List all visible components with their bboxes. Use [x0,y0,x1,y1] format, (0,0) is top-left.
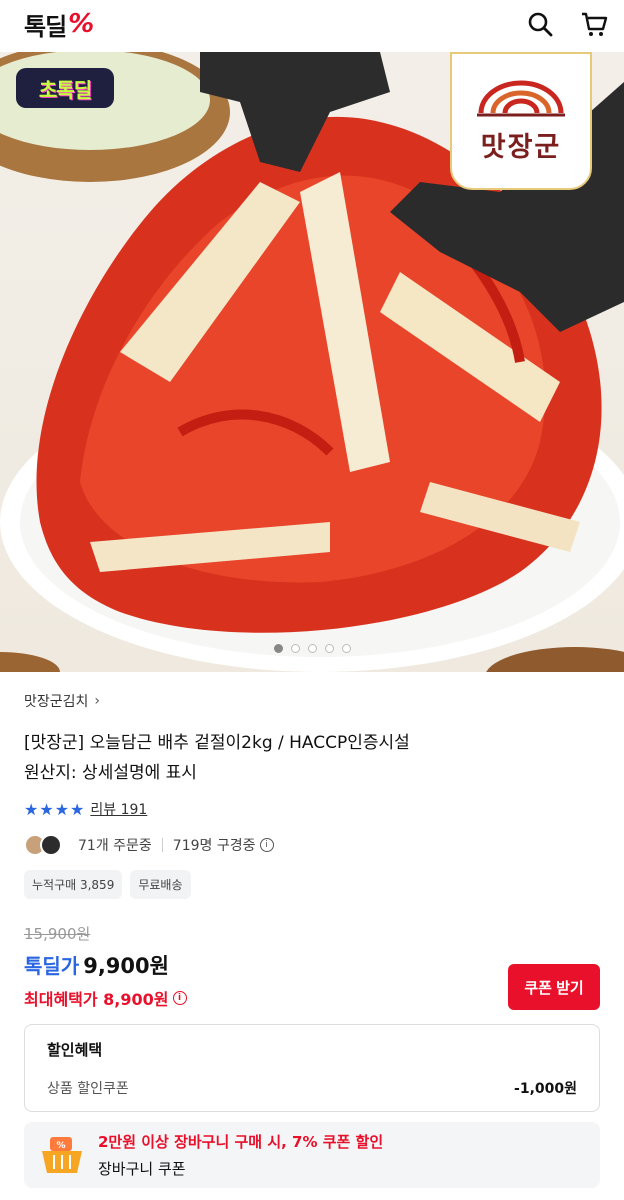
store-link[interactable]: 맛장군김치 › [24,690,600,712]
cart-coupon-banner[interactable]: % 2만원 이상 장바구니 구매 시, 7% 쿠폰 할인 장바구니 쿠폰 [24,1122,600,1188]
deal-price-label: 톡딜가 [24,954,80,978]
discount-amount: -1,000원 [514,1081,577,1097]
cart-coupon-headline: 2만원 이상 장바구니 구매 시, 7% 쿠폰 할인 [98,1133,384,1151]
get-coupon-button[interactable]: 쿠폰 받기 [508,964,600,1010]
discount-title: 할인혜택 [47,1041,103,1059]
brand-name: 맛장군 [480,131,562,163]
star-icon: ★ [39,799,54,819]
basket-coupon-icon: % [42,1137,82,1173]
search-icon[interactable] [526,10,554,38]
logo-text: 톡딜 [24,12,67,41]
product-chips: 누적구매 3,859 무료배송 [24,870,600,899]
carousel-dot[interactable] [290,644,300,653]
star-icon: ★ [24,799,39,819]
carousel-indicator [0,644,624,653]
review-link[interactable]: 리뷰 191 [90,799,147,819]
original-price: 15,900원 [24,925,91,943]
discount-label: 상품 할인쿠폰 [47,1081,129,1097]
star-icon: ★ [70,799,85,819]
choteuk-badge: 초톡딜 [16,68,114,108]
product-title-line2: 원산지: 상세설명에 표시 [24,763,197,783]
max-benefit-price: 최대혜택가 8,900원 i [24,986,187,1010]
cart-coupon-label: 장바구니 쿠폰 [98,1160,186,1178]
carousel-dot[interactable] [273,644,283,653]
product-image-carousel[interactable]: 초톡딜 맛장군 [0,52,624,672]
avatar [40,834,62,856]
talkdeal-logo[interactable]: 톡딜 % [24,7,94,42]
discount-benefits-box: 할인혜택 상품 할인쿠폰 -1,000원 [24,1024,600,1112]
star-icon: ★ [54,799,70,819]
product-title-line1: [맛장군] 오늘담근 배추 겉절이2kg / HACCP인증시설 [24,733,410,753]
cart-icon[interactable] [580,10,608,38]
info-icon[interactable]: i [172,991,187,1005]
discount-line: 상품 할인쿠폰 -1,000원 [47,1078,577,1098]
rating-row: ★ ★ ★ ★ 리뷰 191 [24,798,600,820]
product-title: [맛장군] 오늘담근 배추 겉절이2kg / HACCP인증시설 원산지: 상세… [24,728,600,788]
carousel-dot[interactable] [341,644,351,653]
svg-text:%: % [56,1141,65,1151]
max-benefit-text: 최대혜택가 8,900원 [24,990,169,1009]
top-header: 톡딜 % [0,0,624,48]
brand-logo-card: 맛장군 [450,52,592,190]
divider [161,838,163,852]
carousel-dot[interactable] [307,644,317,653]
info-icon[interactable]: i [259,838,274,852]
activity-stats: 71개 주문중 719명 구경중 i [24,832,600,858]
carousel-dot[interactable] [324,644,334,653]
chevron-right-icon: › [94,693,101,709]
price-row: 톡딜가 9,900원 최대혜택가 8,900원 i 쿠폰 받기 [24,944,600,1010]
store-name: 맛장군김치 [24,694,89,710]
deal-price: 톡딜가 9,900원 [24,950,187,980]
viewers-count: 719명 구경중 [172,838,256,854]
orders-count: 71개 주문중 [78,838,152,854]
cumulative-purchase-chip: 누적구매 3,859 [24,870,123,899]
buyer-avatars [24,834,62,856]
product-info: 맛장군김치 › [맛장군] 오늘담근 배추 겉절이2kg / HACCP인증시설… [0,690,624,1010]
deal-price-value: 9,900원 [83,954,169,978]
logo-mark: % [68,9,94,39]
free-shipping-chip: 무료배송 [130,870,191,899]
sun-arc-icon [477,80,565,116]
rating-stars: ★ ★ ★ ★ [24,800,84,819]
